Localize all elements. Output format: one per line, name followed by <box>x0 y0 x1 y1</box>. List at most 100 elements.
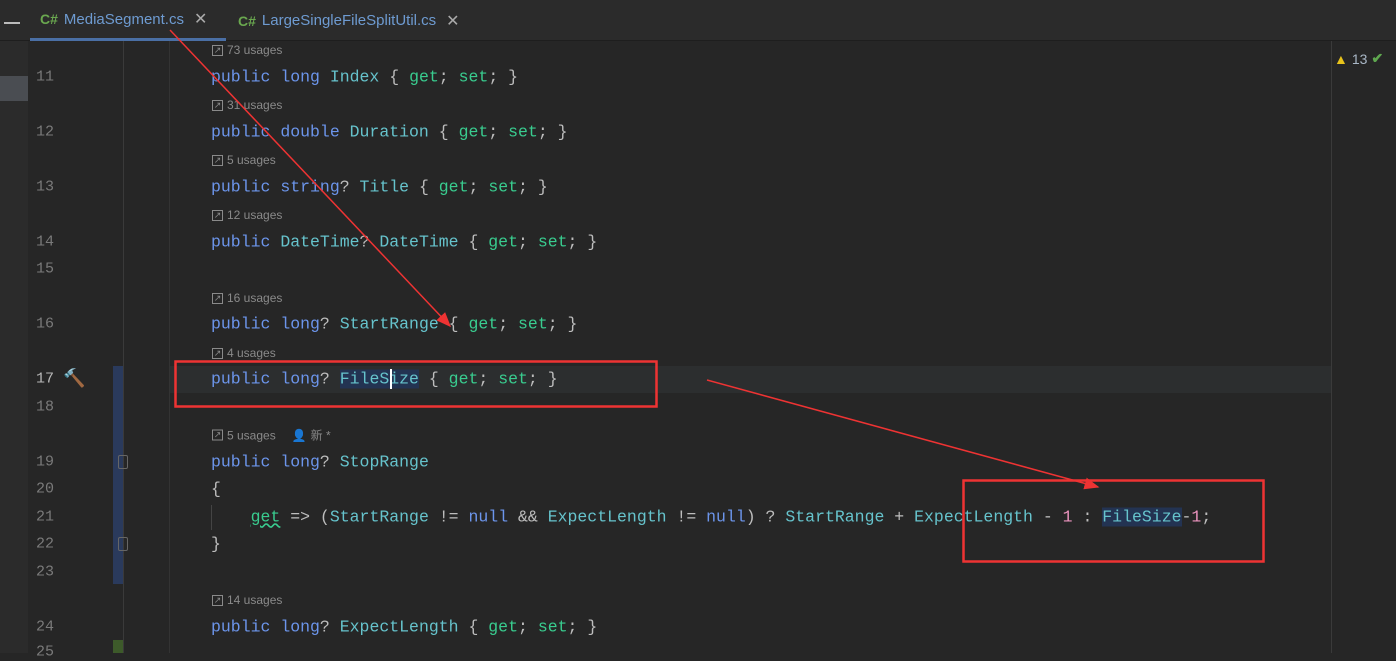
code-token: get <box>488 232 518 252</box>
code-token: get <box>488 617 518 637</box>
code-token: { <box>458 232 489 252</box>
code-token: ; } <box>518 177 548 197</box>
code-line[interactable]: public double Duration { get; set; } <box>211 123 568 142</box>
code-token: { <box>438 314 469 334</box>
tab-large-single-file-split-util[interactable]: C# LargeSingleFileSplitUtil.cs ✕ <box>228 0 470 41</box>
code-line[interactable]: public long Index { get; set; } <box>211 68 518 87</box>
tool-window-selected[interactable] <box>0 76 28 101</box>
code-line[interactable]: public DateTime? DateTime { get; set; } <box>211 233 597 252</box>
line-number[interactable]: 22 <box>36 536 54 553</box>
tool-window-strip <box>0 41 28 653</box>
code-token: set <box>518 314 548 334</box>
usages-arrow-icon: ↗ <box>212 292 223 304</box>
code-line[interactable]: public string? Title { get; set; } <box>211 178 548 197</box>
code-line[interactable]: get => (StartRange != null && ExpectLeng… <box>211 507 1211 527</box>
usages-hint[interactable]: ↗ 73 usages <box>212 43 282 57</box>
code-token: public <box>211 314 281 334</box>
code-token: { <box>409 177 439 197</box>
usages-arrow-icon: ↗ <box>212 347 223 359</box>
hammer-icon[interactable]: 🔨 <box>63 368 85 389</box>
minimize-icon[interactable] <box>4 22 20 24</box>
code-token: ; } <box>537 122 568 142</box>
check-icon: ✔ <box>1371 50 1384 66</box>
usages-count: 5 usages <box>227 153 276 167</box>
usages-count: 4 usages <box>227 346 276 360</box>
code-line[interactable]: public long? StopRange <box>211 453 429 472</box>
code-token: public <box>211 452 281 472</box>
line-number[interactable]: 21 <box>36 509 54 526</box>
code-line[interactable]: public long? FileSize { get; set; } <box>211 369 558 389</box>
close-tab-icon[interactable]: ✕ <box>446 11 459 31</box>
gutter-divider <box>123 41 124 653</box>
line-number[interactable]: 12 <box>36 124 54 141</box>
line-number[interactable]: 18 <box>36 399 54 416</box>
code-token: ? <box>359 232 380 252</box>
code-token: => ( <box>280 507 330 527</box>
line-number[interactable]: 23 <box>36 564 54 581</box>
line-number[interactable]: 13 <box>36 179 54 196</box>
code-token: ; } <box>527 369 558 389</box>
code-token: ; } <box>488 67 519 87</box>
code-token: Index <box>329 67 380 87</box>
change-marker[interactable] <box>113 366 123 584</box>
code-token: ExpectLength <box>547 507 667 527</box>
line-number[interactable]: 24 <box>36 619 54 636</box>
code-token: 1 <box>1062 507 1073 527</box>
code-line[interactable]: { <box>211 480 221 499</box>
editor-tab-bar: C# MediaSegment.cs ✕ C# LargeSingleFileS… <box>0 0 1396 41</box>
line-number[interactable]: 16 <box>36 316 54 333</box>
right-margin-guide <box>1331 41 1332 653</box>
usages-hint[interactable]: ↗ 14 usages <box>212 593 282 607</box>
line-number[interactable]: 14 <box>36 234 54 251</box>
fold-icon[interactable] <box>118 455 128 469</box>
code-token: { <box>428 122 459 142</box>
usages-hint[interactable]: ↗ 5 usages 👤 新 * <box>212 427 331 444</box>
code-line[interactable]: public long? ExpectLength { get; set; } <box>211 618 597 637</box>
code-token: ? <box>319 314 340 334</box>
csharp-file-icon: C# <box>40 11 58 27</box>
code-token: ExpectLength <box>339 617 459 637</box>
line-number[interactable]: 25 <box>36 644 54 661</box>
code-token: ; <box>468 177 489 197</box>
code-token: ? <box>319 617 340 637</box>
annotation-arrow <box>706 379 1100 490</box>
code-token: ; } <box>567 232 598 252</box>
code-token: ; } <box>567 617 598 637</box>
code-token: public <box>211 617 281 637</box>
line-number[interactable]: 17 <box>36 371 54 388</box>
tab-media-segment[interactable]: C# MediaSegment.cs ✕ <box>30 0 226 41</box>
line-number[interactable]: 19 <box>36 454 54 471</box>
code-token: get <box>250 507 281 527</box>
code-line[interactable]: public long? StartRange { get; set; } <box>211 315 577 334</box>
code-token: Title <box>359 177 410 197</box>
usages-count: 16 usages <box>227 291 283 305</box>
code-token: set <box>537 232 568 252</box>
code-token: ; <box>438 67 459 87</box>
line-number[interactable]: 11 <box>36 69 54 86</box>
code-token: ; <box>498 314 519 334</box>
code-token: ? <box>339 177 360 197</box>
fold-icon[interactable] <box>118 537 128 551</box>
usages-arrow-icon: ↗ <box>212 44 223 56</box>
usages-hint[interactable]: ↗ 12 usages <box>212 208 282 222</box>
change-marker-added[interactable] <box>113 640 123 653</box>
usages-hint[interactable]: ↗ 31 usages <box>212 98 282 112</box>
usages-count: 73 usages <box>227 43 283 57</box>
code-token: StartRange <box>785 507 885 527</box>
close-tab-icon[interactable]: ✕ <box>194 9 207 29</box>
code-token: Duration <box>349 122 429 142</box>
line-number[interactable]: 20 <box>36 481 54 498</box>
code-token: { <box>379 67 410 87</box>
warning-icon: ▲ <box>1334 50 1348 67</box>
usages-hint[interactable]: ↗ 16 usages <box>212 291 282 305</box>
usages-hint[interactable]: ↗ 4 usages <box>212 346 276 360</box>
code-token: && <box>508 507 548 527</box>
code-line[interactable]: } <box>211 535 221 554</box>
inspection-widget[interactable]: ▲ 13 ✔ <box>1334 50 1383 67</box>
usages-hint[interactable]: ↗ 5 usages <box>212 153 276 167</box>
line-number[interactable]: 15 <box>36 261 54 278</box>
code-token: set <box>498 369 528 389</box>
code-token: ; <box>518 617 538 637</box>
text-caret <box>390 369 392 389</box>
